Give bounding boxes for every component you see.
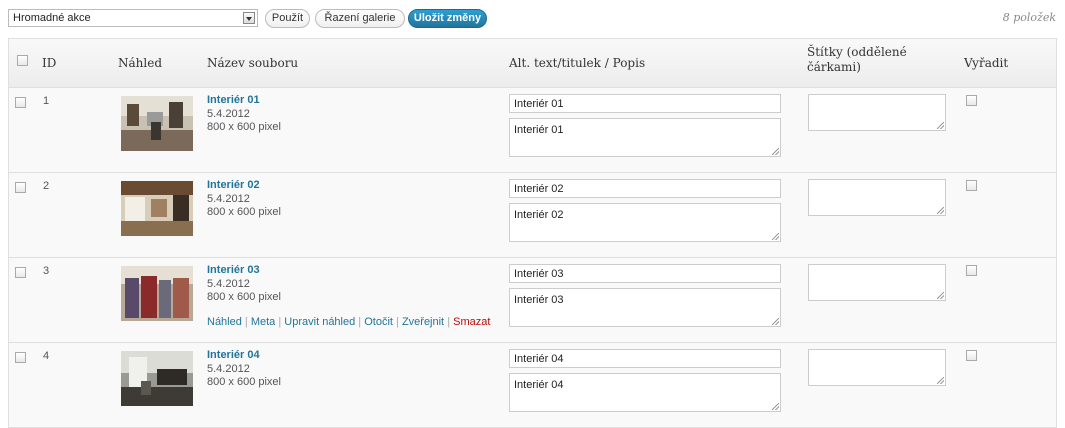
row-checkbox[interactable] (15, 182, 26, 193)
row-id: 2 (43, 180, 50, 192)
gallery-table: ID Náhled Název souboru Alt. text/titule… (8, 38, 1057, 428)
file-dimensions: 800 x 600 pixel (207, 121, 281, 133)
bulk-actions-select[interactable]: Hromadné akce (8, 9, 258, 27)
apply-button[interactable]: Použít (265, 9, 310, 28)
delete-link[interactable]: Smazat (453, 316, 490, 328)
separator: | (244, 316, 248, 328)
alt-text-input[interactable]: Interiér 04 (509, 349, 781, 368)
row-id: 1 (43, 95, 50, 107)
preview-link[interactable]: Náhled (207, 316, 242, 328)
file-name-link[interactable]: Interiér 03 (207, 264, 260, 276)
tags-textarea[interactable] (808, 264, 946, 301)
exclude-checkbox[interactable] (966, 350, 977, 361)
edit-thumbnail-link[interactable]: Upravit náhled (284, 316, 355, 328)
resize-grip-icon[interactable] (772, 403, 779, 410)
description-text: Interiér 04 (514, 379, 564, 391)
resize-grip-icon[interactable] (772, 148, 779, 155)
resize-grip-icon[interactable] (937, 122, 944, 129)
thumbnail-image[interactable] (121, 96, 193, 151)
separator: | (396, 316, 399, 328)
resize-grip-icon[interactable] (937, 377, 944, 384)
column-header-tags: Štítky (oddělené čárkami) (807, 45, 907, 74)
separator: | (358, 316, 362, 328)
description-textarea[interactable]: Interiér 03 (509, 288, 781, 327)
file-date: 5.4.2012 (207, 363, 250, 375)
file-dimensions: 800 x 600 pixel (207, 291, 281, 303)
resize-grip-icon[interactable] (772, 233, 779, 240)
resize-grip-icon[interactable] (937, 292, 944, 299)
alt-text-input[interactable]: Interiér 01 (509, 94, 781, 113)
description-text: Interiér 03 (514, 294, 564, 306)
file-date: 5.4.2012 (207, 108, 250, 120)
table-row: 2 Interiér 02 5.4.2012 800 x 600 pixel I… (9, 173, 1056, 258)
row-checkbox[interactable] (15, 267, 26, 278)
file-name-link[interactable]: Interiér 04 (207, 349, 260, 361)
file-name-link[interactable]: Interiér 02 (207, 179, 260, 191)
column-header-alt-text: Alt. text/titulek / Popis (509, 56, 646, 70)
table-row: 1 Interiér 01 5.4.2012 800 x 600 pixel I… (9, 88, 1056, 173)
description-text: Interiér 01 (514, 124, 564, 136)
table-header: ID Náhled Název souboru Alt. text/titule… (9, 39, 1056, 88)
table-row: 4 Interiér 04 5.4.2012 800 x 600 pixel I… (9, 343, 1056, 428)
gallery-toolbar: Hromadné akce Použít Řazení galerie Ulož… (0, 0, 1065, 38)
row-checkbox[interactable] (15, 352, 26, 363)
exclude-checkbox[interactable] (966, 180, 977, 191)
meta-link[interactable]: Meta (251, 316, 275, 328)
resize-grip-icon[interactable] (937, 207, 944, 214)
file-name-link[interactable]: Interiér 01 (207, 94, 260, 106)
column-header-exclude: Vyřadit (964, 56, 1009, 70)
rotate-link[interactable]: Otočit (364, 316, 393, 328)
description-textarea[interactable]: Interiér 04 (509, 373, 781, 412)
tags-textarea[interactable] (808, 349, 946, 386)
file-dimensions: 800 x 600 pixel (207, 206, 281, 218)
exclude-checkbox[interactable] (966, 95, 977, 106)
tags-textarea[interactable] (808, 179, 946, 216)
description-textarea[interactable]: Interiér 02 (509, 203, 781, 242)
description-text: Interiér 02 (514, 209, 564, 221)
row-checkbox[interactable] (15, 97, 26, 108)
thumbnail-image[interactable] (121, 351, 193, 406)
file-dimensions: 800 x 600 pixel (207, 376, 281, 388)
save-changes-button[interactable]: Uložit změny (408, 9, 487, 28)
row-actions: Náhled | Meta | Upravit náhled | Otočit … (207, 316, 490, 328)
sort-gallery-button[interactable]: Řazení galerie (315, 9, 405, 28)
thumbnail-image[interactable] (121, 266, 193, 321)
item-count: 8 položek (1002, 11, 1056, 24)
resize-grip-icon[interactable] (772, 318, 779, 325)
file-date: 5.4.2012 (207, 278, 250, 290)
description-textarea[interactable]: Interiér 01 (509, 118, 781, 157)
separator: | (447, 316, 451, 328)
bulk-actions-value: Hromadné akce (13, 12, 91, 24)
table-row: 3 Interiér 03 5.4.2012 800 x 600 pixel N… (9, 258, 1056, 343)
row-id: 3 (43, 265, 50, 277)
column-header-id: ID (42, 56, 57, 70)
alt-text-input[interactable]: Interiér 03 (509, 264, 781, 283)
column-header-thumbnail: Náhled (118, 56, 163, 70)
select-all-checkbox[interactable] (17, 55, 28, 66)
exclude-checkbox[interactable] (966, 265, 977, 276)
chevron-down-icon[interactable] (243, 12, 255, 24)
row-id: 4 (43, 350, 50, 362)
tags-textarea[interactable] (808, 94, 946, 131)
separator: | (278, 316, 282, 328)
thumbnail-image[interactable] (121, 181, 193, 236)
alt-text-input[interactable]: Interiér 02 (509, 179, 781, 198)
column-header-filename: Název souboru (207, 56, 299, 70)
publish-link[interactable]: Zveřejnit (402, 316, 444, 328)
file-date: 5.4.2012 (207, 193, 250, 205)
